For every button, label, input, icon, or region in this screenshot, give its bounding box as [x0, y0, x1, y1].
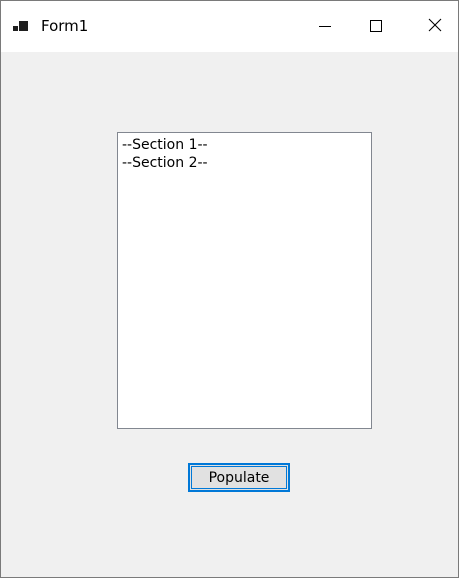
minimize-icon [318, 18, 332, 37]
list-item[interactable]: --Section 2-- [122, 154, 367, 172]
form1-window: Form1 --Section 1-- --Section 2-- Popula… [0, 0, 459, 578]
list-item[interactable]: --Section 1-- [122, 136, 367, 154]
title-bar[interactable]: Form1 [1, 0, 458, 52]
populate-button[interactable]: Populate [188, 463, 290, 492]
close-button[interactable] [412, 1, 458, 53]
app-icon [13, 19, 29, 35]
sections-listbox[interactable]: --Section 1-- --Section 2-- [117, 132, 372, 429]
window-title: Form1 [41, 17, 89, 35]
minimize-button[interactable] [302, 1, 348, 53]
close-icon [427, 17, 443, 37]
maximize-icon [369, 18, 383, 37]
populate-button-label: Populate [208, 469, 270, 486]
maximize-button[interactable] [353, 1, 399, 53]
